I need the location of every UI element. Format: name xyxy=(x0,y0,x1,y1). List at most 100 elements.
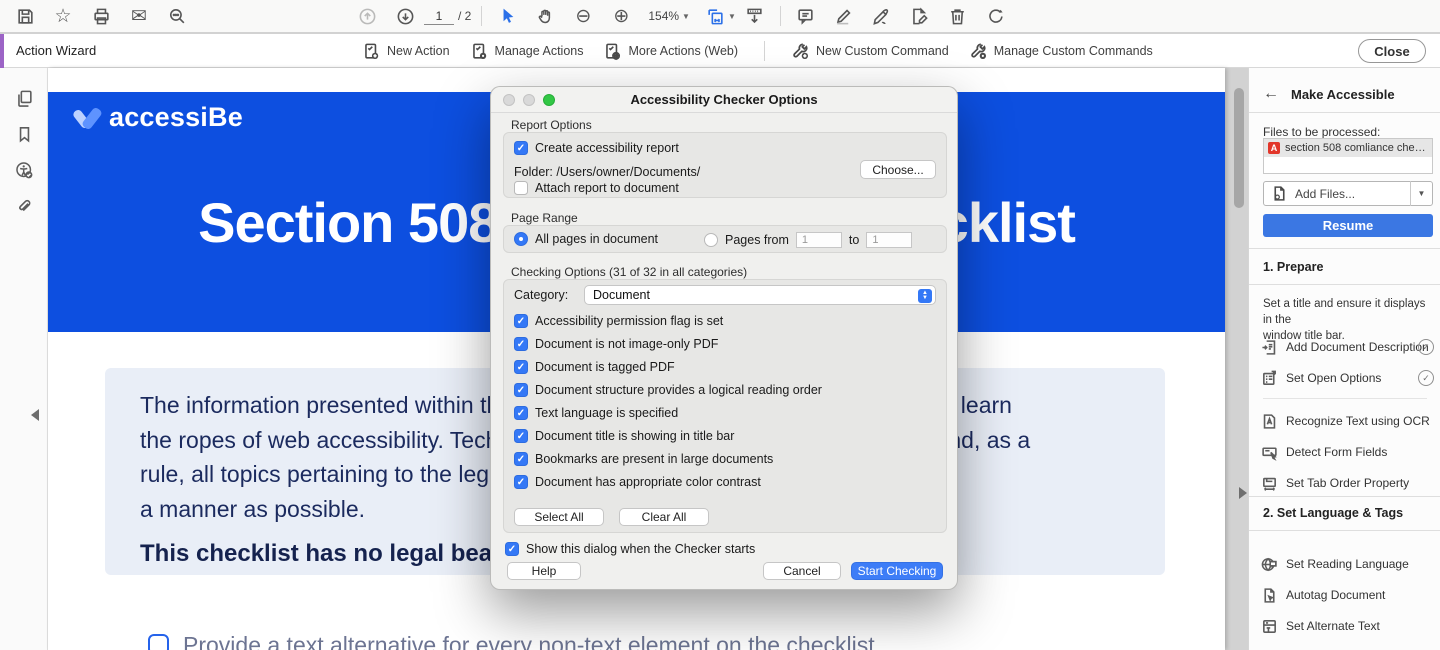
trash-icon xyxy=(948,7,967,26)
close-button[interactable]: Close xyxy=(1358,39,1426,63)
highlight-button[interactable] xyxy=(825,0,863,32)
bookmarks-button[interactable] xyxy=(0,116,48,152)
manage-actions-button[interactable]: Manage Actions xyxy=(470,42,584,61)
collapse-left-pane-arrow[interactable] xyxy=(31,409,39,421)
checker-option-row[interactable]: Text language is specified xyxy=(514,406,678,420)
all-pages-label: All pages in document xyxy=(535,232,658,246)
comment-button[interactable] xyxy=(787,0,825,32)
bookmark-icon xyxy=(15,125,34,144)
add-document-description-item[interactable]: Add Document Description xyxy=(1261,334,1437,360)
add-document-description-icon xyxy=(1261,339,1278,356)
vertical-scrollbar[interactable] xyxy=(1234,88,1244,208)
report-options-label: Report Options xyxy=(511,118,592,132)
checker-option-label: Accessibility permission flag is set xyxy=(535,314,723,328)
autotag-document-item[interactable]: Autotag Document xyxy=(1261,582,1437,608)
accessibility-icon xyxy=(15,161,34,180)
checkbox-checked-icon xyxy=(514,406,528,420)
checker-option-row[interactable]: Document structure provides a logical re… xyxy=(514,383,822,397)
add-files-label: Add Files... xyxy=(1295,187,1355,201)
checker-option-row[interactable]: Document is tagged PDF xyxy=(514,360,675,374)
add-files-button[interactable]: Add Files... ▼ xyxy=(1263,181,1433,206)
email-button[interactable]: ✉ xyxy=(120,0,158,32)
page-scrolling-button[interactable] xyxy=(736,0,774,32)
item-label: Detect Form Fields xyxy=(1286,445,1387,459)
clear-all-button[interactable]: Clear All xyxy=(619,508,709,526)
manage-custom-commands-icon xyxy=(969,42,988,61)
delete-button[interactable] xyxy=(939,0,977,32)
rotate-button[interactable] xyxy=(977,0,1015,32)
attach-report-checkbox[interactable]: Attach report to document xyxy=(514,181,679,195)
pages-from-radio[interactable]: Pages from to xyxy=(704,232,912,248)
save-button[interactable] xyxy=(6,0,44,32)
set-reading-language-item[interactable]: Set Reading Language xyxy=(1261,551,1437,577)
select-stepper-icon: ▲▼ xyxy=(918,289,932,303)
page-thumbnails-button[interactable] xyxy=(0,80,48,116)
item-label: Autotag Document xyxy=(1286,588,1385,602)
checkbox-checked-icon xyxy=(514,314,528,328)
attachments-button[interactable] xyxy=(0,188,48,224)
show-dialog-checkbox[interactable]: Show this dialog when the Checker starts xyxy=(505,542,755,556)
more-actions-button[interactable]: More Actions (Web) xyxy=(603,42,738,61)
zoom-out-button[interactable]: ⊖ xyxy=(564,0,602,32)
divider xyxy=(1249,530,1440,531)
checker-option-row[interactable]: Document title is showing in title bar xyxy=(514,429,734,443)
page-to-input[interactable] xyxy=(866,232,912,248)
set-open-options-icon xyxy=(1261,370,1278,387)
choose-folder-button[interactable]: Choose... xyxy=(860,160,936,179)
help-button[interactable]: Help xyxy=(507,562,581,580)
save-icon xyxy=(16,7,35,26)
accessibe-logo-mark-icon xyxy=(75,105,101,131)
page-from-input[interactable] xyxy=(796,232,842,248)
pages-from-label: Pages from xyxy=(725,233,789,247)
accessibility-button[interactable] xyxy=(0,152,48,188)
resume-button[interactable]: Resume xyxy=(1263,214,1433,237)
search-icon xyxy=(168,7,187,26)
item-label: Add Document Description xyxy=(1286,340,1429,354)
file-list-item[interactable]: section 508 comliance checkli... xyxy=(1264,139,1432,157)
hand-tool-button[interactable] xyxy=(526,0,564,32)
set-alternate-text-item[interactable]: Set Alternate Text xyxy=(1261,613,1437,639)
new-action-button[interactable]: New Action xyxy=(362,42,450,61)
fit-width-icon xyxy=(706,7,725,26)
divider xyxy=(1249,112,1440,113)
detect-form-fields-item[interactable]: Detect Form Fields xyxy=(1261,439,1437,465)
collapse-right-pane-arrow[interactable] xyxy=(1239,487,1247,499)
checking-options-group: Category: Document ▲▼ Accessibility perm… xyxy=(503,279,947,533)
print-icon xyxy=(92,7,111,26)
checker-option-row[interactable]: Document is not image-only PDF xyxy=(514,337,718,351)
autotag-icon xyxy=(1261,587,1278,604)
checker-option-row[interactable]: Document has appropriate color contrast xyxy=(514,475,761,489)
sign-button[interactable] xyxy=(863,0,901,32)
previous-page-button[interactable] xyxy=(348,0,386,32)
checker-option-row[interactable]: Accessibility permission flag is set xyxy=(514,314,723,328)
zoom-level-dropdown[interactable]: 154% ▼ xyxy=(648,9,690,23)
search-button[interactable] xyxy=(158,0,196,32)
next-page-button[interactable] xyxy=(386,0,424,32)
checker-option-row[interactable]: Bookmarks are present in large documents xyxy=(514,452,773,466)
zoom-in-button[interactable]: ⊕ xyxy=(602,0,640,32)
print-button[interactable] xyxy=(82,0,120,32)
category-select[interactable]: Document ▲▼ xyxy=(584,285,936,305)
select-tool-button[interactable] xyxy=(488,0,526,32)
select-all-button[interactable]: Select All xyxy=(514,508,604,526)
category-label: Category: xyxy=(514,288,568,302)
paperclip-icon xyxy=(15,197,34,216)
checkbox-checked-icon xyxy=(514,360,528,374)
add-files-dropdown[interactable]: ▼ xyxy=(1410,181,1432,206)
all-pages-radio[interactable]: All pages in document xyxy=(514,232,658,246)
page-number-input[interactable] xyxy=(424,7,454,25)
manage-custom-commands-button[interactable]: Manage Custom Commands xyxy=(969,42,1153,61)
dialog-titlebar[interactable]: Accessibility Checker Options xyxy=(491,87,957,113)
start-checking-button[interactable]: Start Checking xyxy=(851,562,943,580)
back-arrow-icon[interactable]: ← xyxy=(1263,85,1279,103)
checkbox-checked-icon xyxy=(514,337,528,351)
create-report-checkbox[interactable]: Create accessibility report xyxy=(514,141,679,155)
set-open-options-item[interactable]: Set Open Options xyxy=(1261,365,1437,391)
fit-width-button[interactable]: ▼ xyxy=(706,7,736,26)
new-custom-command-button[interactable]: New Custom Command xyxy=(791,42,949,61)
edit-page-button[interactable] xyxy=(901,0,939,32)
set-tab-order-item[interactable]: Set Tab Order Property xyxy=(1261,470,1437,496)
star-button[interactable]: ☆ xyxy=(44,0,82,32)
recognize-text-ocr-item[interactable]: Recognize Text using OCR xyxy=(1261,408,1437,434)
cancel-button[interactable]: Cancel xyxy=(763,562,841,580)
